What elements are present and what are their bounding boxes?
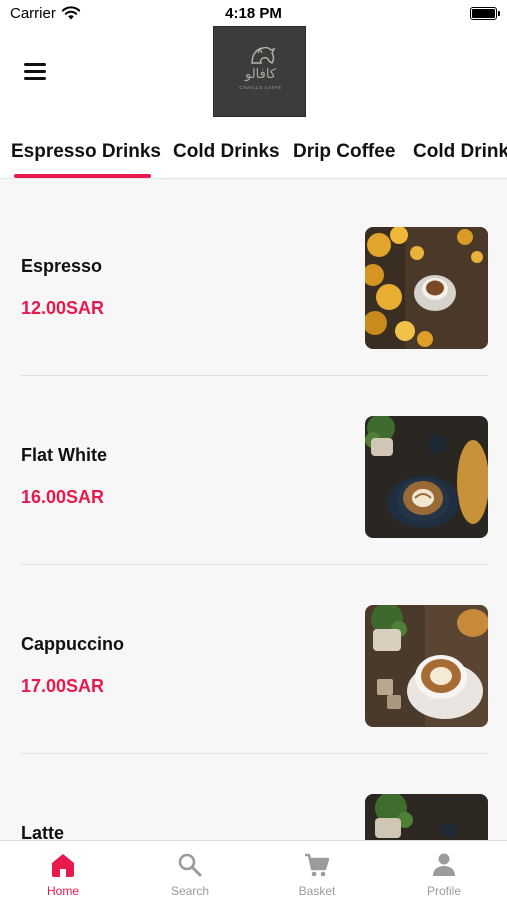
nav-profile[interactable]: Profile <box>381 841 507 900</box>
tab-cold-drinks[interactable]: Cold Drinks <box>173 141 280 163</box>
product-price: 12.00SAR <box>21 298 105 318</box>
product-price: 16.00SAR <box>21 487 105 507</box>
logo-arabic-text: كافالو <box>244 67 276 82</box>
nav-profile-label: Profile <box>426 884 461 898</box>
status-bar: Carrier 4:18 PM <box>0 0 507 26</box>
hamburger-menu-icon[interactable] <box>22 60 50 82</box>
product-item-cappuccino[interactable]: Cappuccino 17.00SAR <box>0 557 507 746</box>
bottom-navigation: Home Search Basket Profile <box>0 840 507 900</box>
home-icon <box>52 854 74 877</box>
nav-basket[interactable]: Basket <box>254 841 380 900</box>
active-tab-indicator <box>14 174 151 178</box>
product-list: Espresso 12.00SAR Flat White 16.00SAR Ca… <box>0 179 507 840</box>
nav-home-label: Home <box>46 884 79 898</box>
cappuccino-photo <box>365 605 488 727</box>
product-name: Cappuccino <box>21 634 125 654</box>
battery-icon <box>470 7 500 20</box>
flat-white-photo <box>365 416 488 538</box>
cart-icon <box>305 853 330 877</box>
product-item-flat-white[interactable]: Flat White 16.00SAR <box>0 368 507 557</box>
product-name: Espresso <box>21 256 103 276</box>
latte-photo <box>365 794 488 840</box>
nav-search[interactable]: Search <box>127 841 253 900</box>
nav-home[interactable]: Home <box>0 841 126 900</box>
product-item-espresso[interactable]: Espresso 12.00SAR <box>0 179 507 368</box>
category-tabs: Espresso Drinks Cold Drinks Drip Coffee … <box>0 126 507 179</box>
tab-cold-drinks-2[interactable]: Cold Drinks <box>413 141 507 163</box>
logo-english-text: CAVALLO CAFFE <box>239 85 282 90</box>
status-time: 4:18 PM <box>225 5 282 22</box>
cafe-logo: كافالو CAVALLO CAFFE <box>213 26 306 117</box>
product-item-latte[interactable]: Latte <box>0 746 507 840</box>
product-price: 17.00SAR <box>21 676 105 696</box>
tab-espresso-drinks[interactable]: Espresso Drinks <box>11 141 161 163</box>
person-icon <box>433 853 455 876</box>
product-name: Flat White <box>21 445 107 465</box>
nav-basket-label: Basket <box>298 884 336 898</box>
app-header: كافالو CAVALLO CAFFE <box>0 26 507 126</box>
product-name: Latte <box>21 823 65 840</box>
search-icon <box>178 853 202 877</box>
tab-drip-coffee[interactable]: Drip Coffee <box>293 141 395 163</box>
espresso-photo <box>365 227 488 349</box>
nav-search-label: Search <box>170 884 210 898</box>
